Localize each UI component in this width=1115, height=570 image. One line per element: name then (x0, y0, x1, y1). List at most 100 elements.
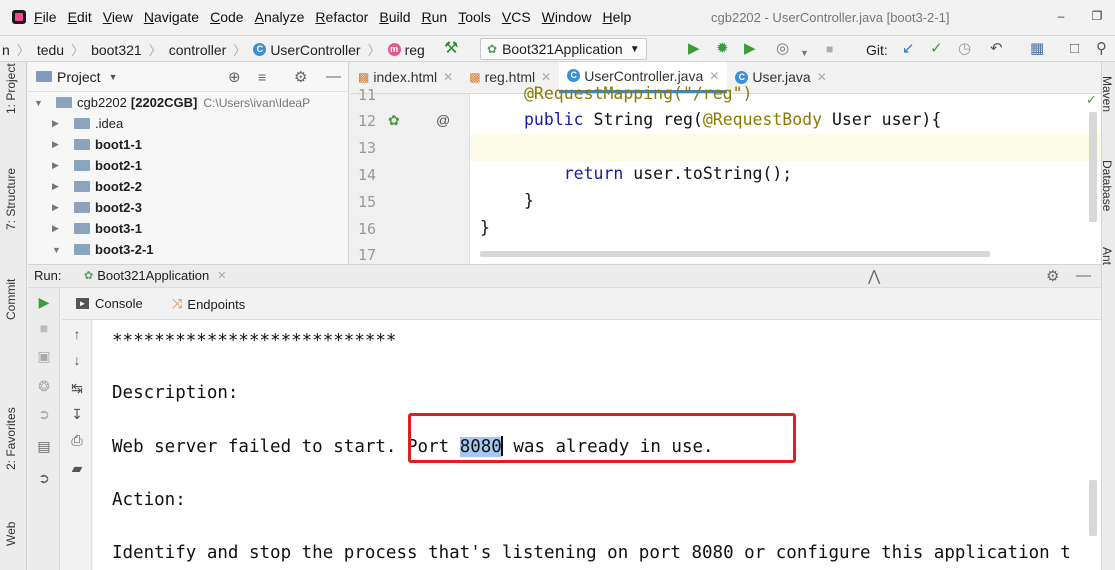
close-icon[interactable]: ✕ (817, 70, 827, 84)
tool-tab-commit[interactable]: Commit (4, 279, 18, 320)
coverage-icon[interactable]: ▶ (744, 40, 756, 58)
stop-icon[interactable]: ■ (34, 320, 54, 336)
tool-tab-ant[interactable]: Ant (1102, 247, 1114, 265)
tool-tab-project[interactable]: 1: Project (4, 63, 18, 114)
arrow-down-icon[interactable]: ↓ (67, 352, 87, 368)
tool-tab-favorites[interactable]: 2: Favorites (4, 407, 18, 470)
editor-scrollbar[interactable] (1089, 112, 1097, 222)
editor-hscrollbar[interactable] (480, 251, 990, 257)
history-icon[interactable]: ◷ (958, 40, 971, 58)
tree-item[interactable]: ▶ boot2-3 (28, 197, 348, 218)
restore-layout-icon[interactable]: ❂ (34, 378, 54, 395)
tab-endpoints[interactable]: ⤨ Endpoints (172, 296, 245, 312)
hide-panel-icon[interactable]: — (326, 68, 341, 85)
web-mapping-icon[interactable]: @ (436, 112, 450, 128)
project-structure-icon[interactable]: ▦ (1030, 40, 1044, 58)
camera-icon[interactable]: ▣ (34, 348, 54, 365)
trash-icon[interactable]: ▰ (67, 460, 87, 477)
breadcrumb-item[interactable]: tedu (37, 42, 64, 58)
menu-help[interactable]: Help (602, 9, 631, 25)
collapse-all-icon[interactable]: ≡ (258, 69, 266, 85)
close-icon[interactable]: ✕ (541, 70, 551, 84)
code-line[interactable]: @RequestMapping("/reg") (524, 84, 752, 103)
menu-edit[interactable]: Edit (68, 9, 92, 25)
project-view-select[interactable]: Project (57, 69, 101, 85)
tree-item[interactable]: ▶ .idea (28, 113, 348, 134)
arrow-up-icon[interactable]: ↑ (67, 326, 87, 342)
tree-item[interactable]: ▶ boot2-2 (28, 176, 348, 197)
rollback-icon[interactable]: ↶ (990, 40, 1003, 58)
locate-icon[interactable]: ⊕ (228, 68, 241, 86)
scroll-to-end-icon[interactable]: ↧ (67, 406, 87, 423)
tree-item[interactable]: ▶ boot2-1 (28, 155, 348, 176)
expand-right-icon[interactable]: ▶ (52, 181, 64, 192)
menu-vcs[interactable]: VCS (502, 9, 531, 25)
tool-tab-database[interactable]: Database (1102, 160, 1114, 211)
close-icon[interactable]: ✕ (443, 70, 453, 84)
breadcrumb-item[interactable]: reg (405, 42, 425, 58)
tool-tab-maven[interactable]: Maven (1102, 76, 1114, 112)
breadcrumb-item[interactable]: boot321 (91, 42, 142, 58)
text-cursor-icon: ⋀ (868, 268, 881, 285)
gear-icon[interactable]: ⚙ (294, 68, 307, 86)
stop-icon[interactable]: ■ (826, 40, 833, 58)
tree-item[interactable]: ▶ boot1-1 (28, 134, 348, 155)
menu-window[interactable]: Window (542, 9, 592, 25)
expand-right-icon[interactable]: ▶ (52, 160, 64, 171)
tree-item[interactable]: ▼ cgb2202 [2202CGB] C:\Users\ivan\IdeaP (28, 92, 348, 113)
tree-item[interactable]: ▶ boot3-1 (28, 218, 348, 239)
close-icon[interactable]: ✕ (709, 69, 719, 83)
expand-down-icon[interactable]: ▼ (34, 98, 46, 108)
breadcrumb-item[interactable]: controller (169, 42, 227, 58)
minimize-icon[interactable]: – (1043, 0, 1079, 32)
code-line[interactable]: } (524, 191, 534, 210)
close-icon[interactable]: ✕ (217, 269, 226, 282)
breadcrumb-item[interactable]: UserController (270, 42, 360, 58)
tree-item[interactable]: ▼ boot3-2-1 (28, 239, 348, 260)
code-line[interactable]: return user.toString(); (524, 164, 793, 183)
login-icon[interactable]: ➲ (34, 406, 54, 423)
terminal-icon[interactable]: □ (1070, 40, 1079, 58)
tool-tab-web[interactable]: Web (4, 522, 18, 546)
expand-right-icon[interactable]: ▶ (52, 139, 64, 150)
menu-analyze[interactable]: Analyze (255, 9, 305, 25)
profile-dropdown-icon[interactable]: ▼ (800, 44, 809, 62)
menu-run[interactable]: Run (421, 9, 447, 25)
tool-tab-structure[interactable]: 7: Structure (4, 168, 18, 230)
hide-panel-icon[interactable]: — (1076, 267, 1091, 284)
pin-icon[interactable]: ➲ (34, 470, 54, 487)
tab-console[interactable]: ► Console (76, 296, 143, 311)
expand-down-icon[interactable]: ▼ (52, 245, 64, 255)
expand-right-icon[interactable]: ▶ (52, 223, 64, 234)
run-config-tab[interactable]: ✿ Boot321Application ✕ (84, 268, 226, 283)
build-hammer-icon[interactable]: ⚒ (444, 40, 458, 58)
run-config-select[interactable]: ✿ Boot321Application ▼ (480, 38, 647, 60)
breadcrumb-item[interactable]: n (2, 42, 10, 58)
menu-code[interactable]: Code (210, 9, 243, 25)
run-icon[interactable]: ▶ (688, 40, 700, 58)
expand-right-icon[interactable]: ▶ (52, 118, 64, 129)
menu-build[interactable]: Build (379, 9, 410, 25)
layout-icon[interactable]: ▤ (34, 438, 54, 455)
menu-refactor[interactable]: Refactor (315, 9, 368, 25)
code-line[interactable]: public String reg(@RequestBody User user… (524, 110, 941, 129)
gear-icon[interactable]: ⚙ (1046, 267, 1059, 285)
expand-right-icon[interactable]: ▶ (52, 202, 64, 213)
menu-view[interactable]: View (103, 9, 133, 25)
soft-wrap-icon[interactable]: ↹ (67, 380, 87, 397)
git-commit-icon[interactable]: ✓ (930, 40, 943, 58)
search-icon[interactable]: ⚲ (1096, 40, 1107, 58)
menu-navigate[interactable]: Navigate (144, 9, 199, 25)
code-line[interactable]: } (480, 218, 490, 237)
menu-file[interactable]: File (34, 9, 57, 25)
debug-icon[interactable]: ✹ (716, 40, 729, 58)
restore-icon[interactable]: ❐ (1079, 0, 1115, 32)
chevron-down-icon[interactable]: ▼ (109, 72, 118, 82)
console-scrollbar[interactable] (1089, 480, 1097, 536)
rerun-icon[interactable]: ▶ (34, 294, 54, 311)
print-icon[interactable]: ⎙ (67, 432, 87, 449)
menu-tools[interactable]: Tools (458, 9, 491, 25)
spring-bean-icon[interactable]: ✿ (388, 112, 400, 129)
profile-icon[interactable]: ◎ (776, 40, 789, 58)
git-update-icon[interactable]: ↙ (902, 40, 915, 58)
